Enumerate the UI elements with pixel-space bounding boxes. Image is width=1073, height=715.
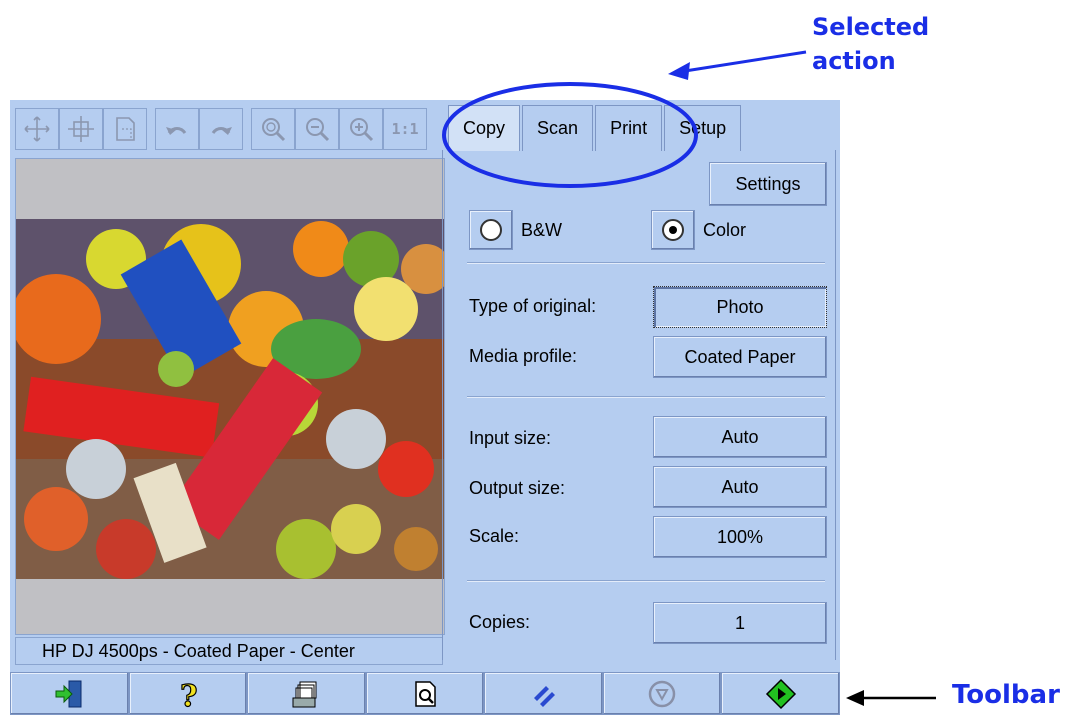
- bw-radio-button[interactable]: [469, 210, 513, 250]
- tab-scan[interactable]: Scan: [522, 105, 594, 151]
- svg-text:?: ?: [180, 679, 198, 710]
- help-button[interactable]: ?: [128, 672, 248, 715]
- color-label: Color: [703, 220, 747, 240]
- toolbar-arrowhead: [846, 690, 864, 706]
- image-preview[interactable]: [15, 158, 445, 635]
- copies-label: Copies:: [469, 612, 531, 632]
- bw-radio-icon: [480, 219, 502, 241]
- divider: [467, 262, 825, 264]
- actual-size-button[interactable]: 1:1: [383, 108, 427, 150]
- zoom-fit-icon: [262, 118, 286, 142]
- print-preview-icon: [415, 680, 436, 707]
- zoom-in-button[interactable]: [339, 108, 383, 150]
- action-tabs: Copy Scan Print Setup: [448, 105, 743, 151]
- input-size-label: Input size:: [469, 428, 552, 448]
- divider: [467, 580, 825, 582]
- selected-action-annotation: Selected action: [812, 10, 929, 78]
- toolbar-annotation: Toolbar: [952, 680, 1060, 710]
- page-crop-icon: [116, 117, 135, 141]
- crop-tool-button[interactable]: [103, 108, 147, 150]
- type-of-original-button[interactable]: Photo: [653, 286, 827, 328]
- reset-button[interactable]: [484, 672, 603, 715]
- help-icon: ?: [179, 678, 198, 710]
- media-profile-label: Media profile:: [469, 346, 578, 366]
- color-radio-icon: [662, 219, 684, 241]
- rotate-left-button[interactable]: [155, 108, 199, 150]
- type-of-original-label: Type of original:: [469, 296, 597, 316]
- copies-button[interactable]: 1: [653, 602, 827, 644]
- zoom-in-icon: [350, 118, 374, 142]
- divider: [467, 396, 825, 398]
- zoom-out-icon: [306, 118, 330, 142]
- image-tool-bar: 1:1: [15, 108, 447, 150]
- annotation-line-1: Selected: [812, 13, 930, 41]
- reset-icon: [533, 685, 555, 707]
- selected-action-arrowhead: [668, 62, 690, 80]
- stop-button[interactable]: [602, 672, 722, 715]
- printer-queue-icon: [292, 681, 317, 707]
- selected-action-arrow: [684, 50, 807, 73]
- tab-setup[interactable]: Setup: [664, 105, 742, 151]
- pan-tool-button[interactable]: [15, 108, 59, 150]
- zoom-out-button[interactable]: [295, 108, 339, 150]
- print-preview-button[interactable]: [365, 672, 485, 715]
- fruit-photo-image: [16, 219, 444, 579]
- copy-application-window: 1:1 HP DJ 4500ps - Coated Paper - Center…: [10, 100, 841, 715]
- move-tool-button[interactable]: [59, 108, 103, 150]
- zoom-fit-button[interactable]: [251, 108, 295, 150]
- media-profile-button[interactable]: Coated Paper: [653, 336, 827, 378]
- rotate-left-icon: [166, 127, 187, 135]
- annotation-line-2: action: [812, 47, 896, 75]
- bottom-toolbar: ?: [10, 672, 841, 715]
- tab-copy[interactable]: Copy: [448, 105, 521, 151]
- start-icon: [765, 678, 796, 709]
- output-size-label: Output size:: [469, 478, 566, 498]
- rotate-right-icon: [211, 127, 232, 135]
- settings-button[interactable]: Settings: [709, 162, 827, 206]
- start-button[interactable]: [721, 672, 841, 715]
- exit-button[interactable]: [10, 672, 129, 715]
- pan-icon: [24, 116, 50, 142]
- copy-settings-panel: Settings B&W Color Type of original: Pho…: [442, 150, 836, 660]
- bw-label: B&W: [521, 220, 563, 240]
- scale-button[interactable]: 100%: [653, 516, 827, 558]
- preview-photo: [16, 219, 444, 579]
- rotate-right-button[interactable]: [199, 108, 243, 150]
- exit-icon: [55, 680, 82, 707]
- color-radio-button[interactable]: [651, 210, 695, 250]
- output-size-button[interactable]: Auto: [653, 466, 827, 508]
- stop-icon: [648, 680, 676, 707]
- input-size-button[interactable]: Auto: [653, 416, 827, 458]
- actual-size-icon: 1:1: [391, 120, 419, 138]
- scale-label: Scale:: [469, 526, 520, 546]
- tab-print[interactable]: Print: [595, 105, 663, 151]
- status-bar: HP DJ 4500ps - Coated Paper - Center: [15, 637, 443, 665]
- print-queue-button[interactable]: [247, 672, 366, 715]
- move-icon: [68, 116, 94, 142]
